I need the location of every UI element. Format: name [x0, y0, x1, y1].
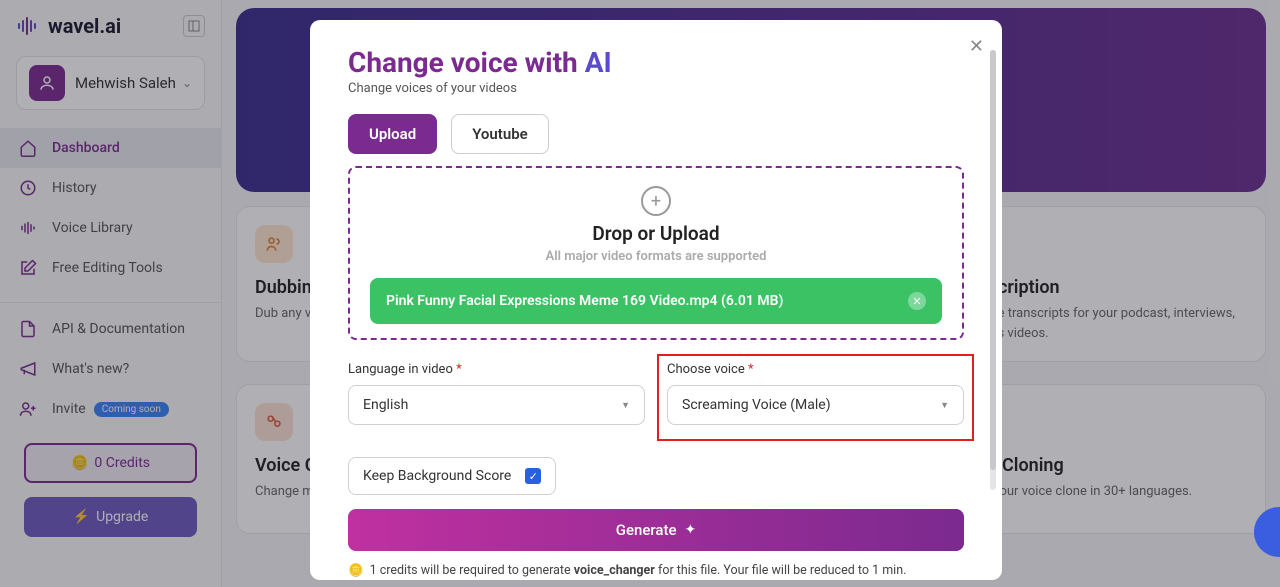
drop-title: Drop or Upload [360, 222, 952, 245]
bg-score-label: Keep Background Score [363, 468, 511, 484]
credits-note: 🪙 1 credits will be required to generate… [348, 563, 964, 578]
caret-down-icon: ▼ [621, 400, 630, 411]
uploaded-file-chip: Pink Funny Facial Expressions Meme 169 V… [370, 278, 942, 324]
file-name: Pink Funny Facial Expressions Meme 169 V… [386, 293, 908, 309]
credits-note-text-1: 1 credits will be required to generate [370, 563, 574, 578]
sparkle-icon: ✦ [685, 522, 697, 538]
modal-title-main: Change voice with [348, 46, 585, 79]
generate-button[interactable]: Generate ✦ [348, 509, 964, 551]
generate-label: Generate [616, 521, 677, 539]
credits-note-bold: voice_changer [574, 563, 655, 578]
modal-title-ai: AI [585, 46, 612, 79]
language-group: Language in video * English ▼ [348, 362, 645, 425]
voice-value: Screaming Voice (Male) [682, 397, 831, 413]
upload-dropzone[interactable]: + Drop or Upload All major video formats… [348, 166, 964, 340]
keep-background-score[interactable]: Keep Background Score ✓ [348, 457, 556, 495]
close-icon[interactable]: ✕ [969, 36, 984, 57]
checkbox-checked-icon[interactable]: ✓ [525, 468, 541, 484]
voice-select[interactable]: Screaming Voice (Male) ▼ [667, 385, 964, 425]
source-tabs: Upload Youtube [348, 114, 964, 154]
plus-icon: + [641, 186, 671, 216]
voice-label: Choose voice * [667, 362, 964, 377]
modal-subtitle: Change voices of your videos [348, 81, 964, 96]
form-row: Language in video * English ▼ Choose voi… [348, 362, 964, 425]
tab-youtube[interactable]: Youtube [451, 114, 549, 154]
credits-note-text-2: for this file. Your file will be reduced… [655, 563, 907, 578]
tab-upload[interactable]: Upload [348, 114, 437, 154]
language-value: English [363, 397, 408, 413]
caret-down-icon: ▼ [940, 400, 949, 411]
drop-subtitle: All major video formats are supported [360, 249, 952, 264]
language-label: Language in video * [348, 362, 645, 377]
modal-scrollbar[interactable] [990, 50, 996, 490]
remove-file-button[interactable]: ✕ [908, 292, 926, 310]
coin-icon: 🪙 [348, 563, 364, 578]
modal-title: Change voice with AI [348, 46, 964, 79]
language-select[interactable]: English ▼ [348, 385, 645, 425]
change-voice-modal: ✕ Change voice with AI Change voices of … [310, 20, 1002, 580]
